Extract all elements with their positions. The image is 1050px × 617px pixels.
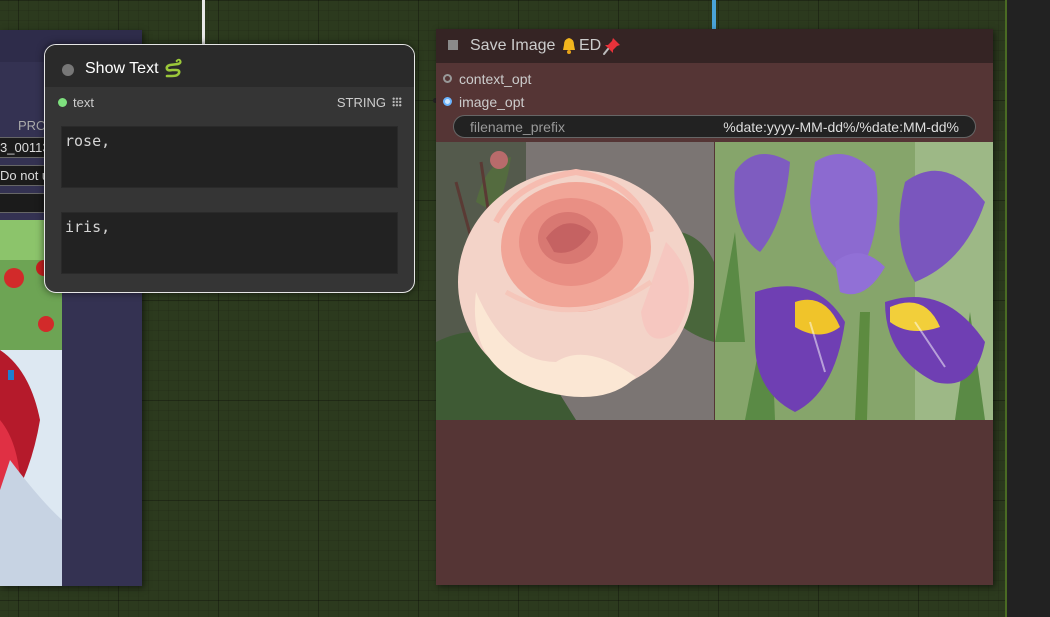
pin-icon [603, 38, 620, 55]
input-type-label: STRING [336, 95, 386, 110]
canvas-edge-line [1005, 0, 1007, 617]
text-output-1[interactable]: rose, [61, 126, 398, 188]
text-output-2[interactable]: iris, [61, 212, 398, 274]
save-image-header[interactable]: Save Image ED [436, 29, 993, 63]
canvas-right-panel [1005, 0, 1050, 617]
snake-icon [165, 58, 182, 78]
save-image-title: Save Image [470, 37, 556, 54]
show-text-header[interactable]: Show Text [45, 45, 414, 87]
bell-icon [563, 38, 575, 54]
image-opt-label: image_opt [459, 94, 525, 110]
grid-icon[interactable] [392, 97, 402, 107]
context-opt-slot[interactable] [443, 74, 452, 83]
filename-prefix-value[interactable]: %date:yyyy-MM-dd%/%date:MM-dd% [723, 119, 959, 135]
context-opt-label: context_opt [459, 71, 532, 87]
show-text-node[interactable]: Show Text text STRING rose, iris, [44, 44, 415, 293]
image-opt-slot[interactable] [443, 97, 452, 106]
iris-image[interactable] [715, 142, 993, 420]
node-square-icon[interactable] [448, 40, 458, 50]
rose-image[interactable] [436, 142, 714, 420]
white-link-wire [202, 0, 205, 50]
filename-prefix-widget[interactable]: filename_prefix %date:yyyy-MM-dd%/%date:… [453, 115, 976, 138]
collapse-dot[interactable] [62, 64, 74, 76]
show-text-title: Show Text [85, 60, 159, 77]
text-input-slot[interactable] [58, 98, 67, 107]
text-input-label: text [73, 95, 94, 110]
blue-link-wire [712, 0, 716, 30]
filename-prefix-label: filename_prefix [470, 119, 565, 135]
save-image-node[interactable]: Save Image ED context_opt image_opt file… [436, 29, 993, 585]
save-image-suffix: ED [579, 37, 602, 54]
